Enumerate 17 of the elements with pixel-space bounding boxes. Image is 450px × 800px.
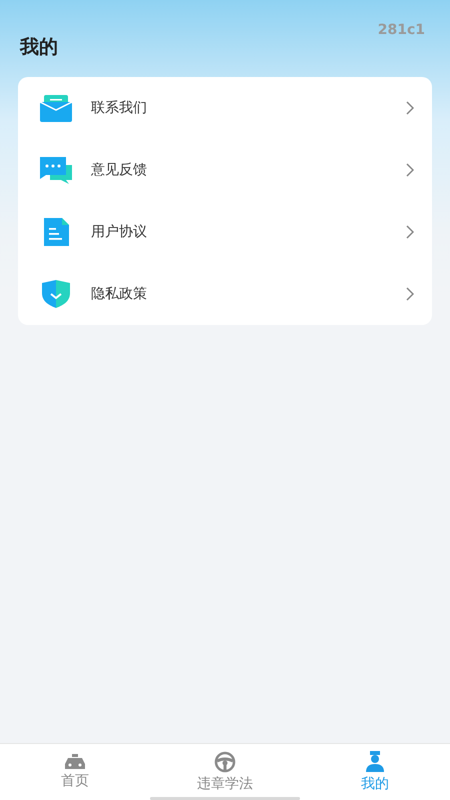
chevron-right-icon (406, 101, 414, 115)
chevron-right-icon (406, 163, 414, 177)
menu-item[interactable]: 隐私政策 (18, 263, 432, 325)
steering-wheel-icon (214, 751, 236, 773)
menu-item[interactable]: 意见反馈 (18, 139, 432, 201)
menu-item[interactable]: 用户协议 (18, 201, 432, 263)
nav-tab[interactable]: 首页 (0, 744, 150, 800)
page-title: 我的 (20, 35, 58, 60)
menu-item[interactable]: 联系我们 (18, 77, 432, 139)
person-icon (364, 751, 386, 773)
chat-bubbles-icon (38, 155, 74, 185)
chevron-right-icon (406, 225, 414, 239)
chevron-right-icon (406, 287, 414, 301)
version-label: 281c1 (378, 22, 425, 38)
car-icon (64, 754, 86, 770)
nav-tab[interactable]: 违章学法 (150, 744, 300, 800)
envelope-icon (38, 93, 74, 123)
